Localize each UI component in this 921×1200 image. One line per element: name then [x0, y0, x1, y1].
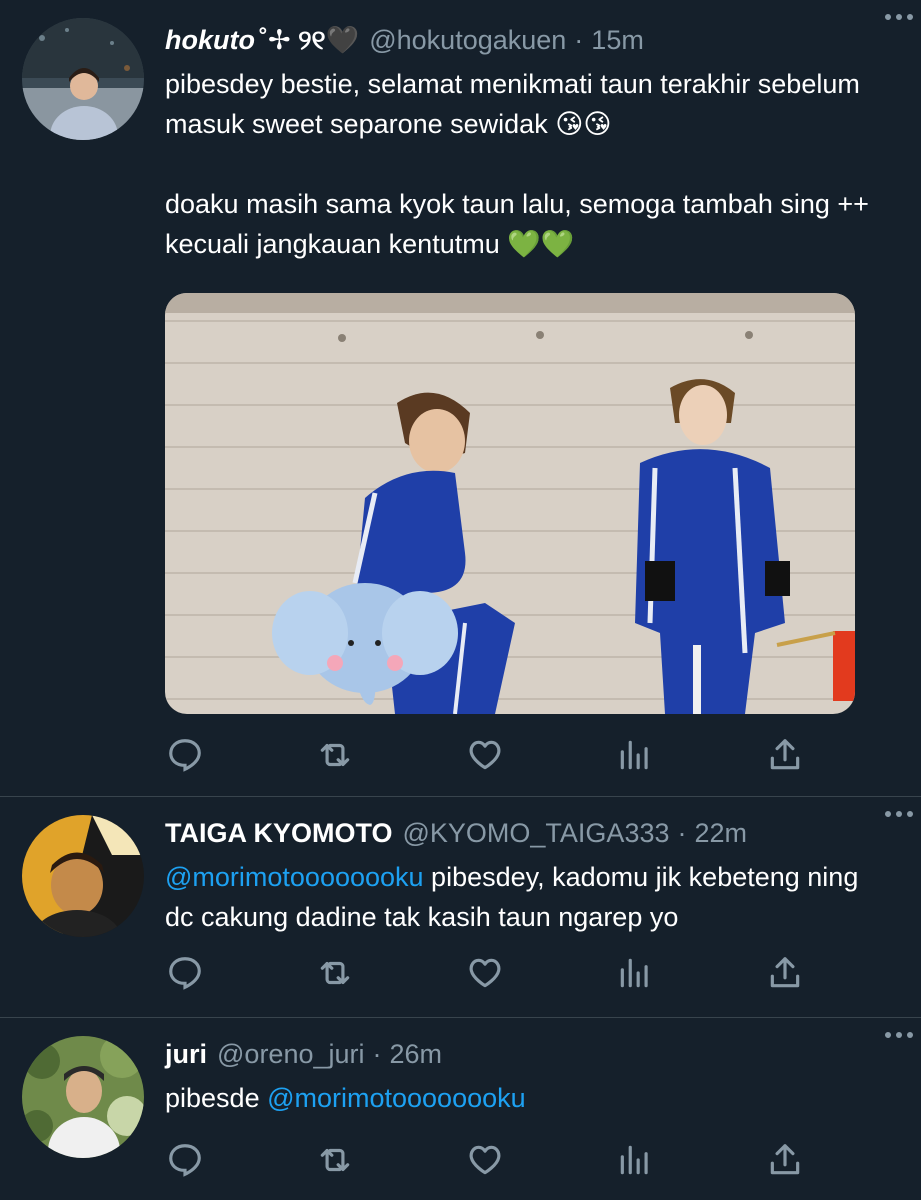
more-icon[interactable]	[885, 811, 913, 817]
reply-icon	[169, 957, 201, 990]
like-button[interactable]	[465, 735, 505, 775]
tweet-paragraph-text: pibesde	[165, 1083, 268, 1113]
separator-dot: ·	[372, 1038, 382, 1069]
share-icon	[770, 1144, 800, 1175]
share-icon	[770, 957, 800, 988]
tweet-actions	[165, 1140, 805, 1180]
timestamp[interactable]: 26m	[390, 1039, 443, 1070]
timestamp[interactable]: 15m	[591, 25, 644, 56]
separator-dot: ·	[677, 817, 687, 848]
analytics-icon	[620, 1145, 648, 1175]
mention-link[interactable]: @morimotoooooooku	[165, 862, 424, 892]
share-button[interactable]	[765, 953, 805, 993]
reply-icon	[169, 739, 201, 772]
tweet-paragraph: @morimotoooooooku pibesdey, kadomu jik k…	[165, 857, 893, 937]
like-icon	[469, 740, 501, 770]
analytics-button[interactable]	[615, 1140, 655, 1180]
display-name[interactable]: juri	[165, 1039, 207, 1070]
like-button[interactable]	[465, 1140, 505, 1180]
mention-link[interactable]: @morimotoooooooku	[267, 1083, 526, 1113]
analytics-button[interactable]	[615, 735, 655, 775]
retweet-button[interactable]	[315, 953, 355, 993]
share-icon	[770, 739, 800, 770]
display-name[interactable]: hokuto	[165, 25, 255, 56]
more-icon[interactable]	[885, 1032, 913, 1038]
timestamp[interactable]: 22m	[695, 818, 748, 849]
tweet-actions	[165, 953, 805, 993]
tweet-header: TAIGA KYOMOTO @KYOMO_TAIGA333 · 22m	[165, 811, 893, 855]
user-handle[interactable]: @oreno_juri	[217, 1039, 365, 1070]
retweet-icon	[320, 743, 350, 767]
reply-button[interactable]	[165, 735, 205, 775]
retweet-button[interactable]	[315, 1140, 355, 1180]
retweet-icon	[320, 961, 350, 985]
tweet-paragraph: doaku masih sama kyok taun lalu, semoga …	[165, 184, 893, 264]
tweet-header: hokuto ˚✢ ୨୧🖤 @hokutogakuen · 15m	[165, 18, 893, 62]
avatar-taiga[interactable]	[22, 815, 144, 937]
more-icon[interactable]	[885, 14, 913, 20]
tweet-paragraph: pibesdey bestie, selamat menikmati taun …	[165, 69, 860, 139]
separator-dot: ·	[574, 24, 584, 55]
tweet-header: juri @oreno_juri · 26m	[165, 1032, 893, 1076]
tweet-paragraph: pibesde @morimotoooooooku	[165, 1078, 893, 1118]
tweet-text: pibesde @morimotoooooooku	[165, 1078, 893, 1118]
user-handle[interactable]: @hokutogakuen	[369, 25, 566, 56]
green-heart-emoji: 💚💚	[507, 229, 575, 259]
share-button[interactable]	[765, 735, 805, 775]
retweet-button[interactable]	[315, 735, 355, 775]
like-icon	[469, 1145, 501, 1175]
tweet-taiga[interactable]: TAIGA KYOMOTO @KYOMO_TAIGA333 · 22m @mor…	[0, 797, 921, 1018]
avatar-hokuto[interactable]	[22, 18, 144, 140]
analytics-icon	[620, 958, 648, 988]
like-button[interactable]	[465, 953, 505, 993]
like-icon	[469, 958, 501, 988]
avatar-juri[interactable]	[22, 1036, 144, 1158]
retweet-icon	[320, 1148, 350, 1172]
tweet-media-image[interactable]	[165, 293, 855, 714]
analytics-icon	[620, 740, 648, 770]
user-handle[interactable]: @KYOMO_TAIGA333	[403, 818, 670, 849]
display-name-suffix: ˚✢ ୨୧🖤	[258, 24, 360, 55]
tweet-text: @morimotoooooooku pibesdey, kadomu jik k…	[165, 857, 893, 937]
tweet-text: pibesdey bestie, selamat menikmati taun …	[165, 64, 893, 264]
analytics-button[interactable]	[615, 953, 655, 993]
reply-button[interactable]	[165, 1140, 205, 1180]
tweet-actions	[165, 735, 805, 775]
share-button[interactable]	[765, 1140, 805, 1180]
reply-button[interactable]	[165, 953, 205, 993]
tweet-hokuto[interactable]: hokuto ˚✢ ୨୧🖤 @hokutogakuen · 15m pibesd…	[0, 0, 921, 797]
display-name[interactable]: TAIGA KYOMOTO	[165, 818, 393, 849]
tweet-juri[interactable]: juri @oreno_juri · 26m pibesde @morimoto…	[0, 1018, 921, 1200]
reply-icon	[169, 1144, 201, 1177]
